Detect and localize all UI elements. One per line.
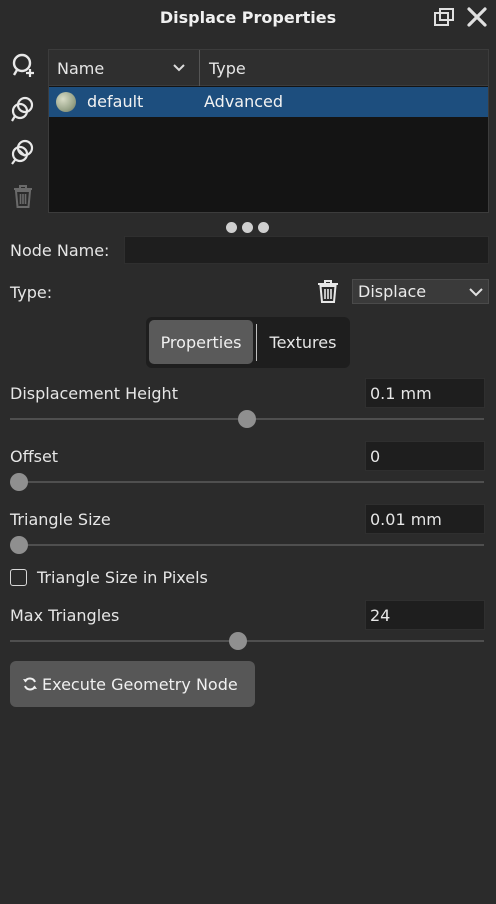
displacement-height-slider[interactable]	[10, 409, 484, 429]
displacement-height-field[interactable]: 0.1 mm	[365, 378, 485, 408]
triangle-size-in-pixels-label: Triangle Size in Pixels	[37, 568, 208, 587]
node-name-field[interactable]	[124, 236, 489, 264]
slider-track	[10, 481, 484, 483]
slider-track	[10, 640, 484, 642]
slider-track	[10, 544, 484, 546]
material-list[interactable]: Name Type default Advanced	[48, 49, 489, 213]
tab-bar: Properties Textures	[146, 317, 350, 368]
add-material-icon[interactable]	[10, 52, 36, 78]
refresh-icon	[22, 676, 38, 692]
column-separator[interactable]	[199, 50, 200, 86]
tab-textures[interactable]: Textures	[258, 320, 348, 364]
slider-thumb[interactable]	[10, 473, 28, 491]
delete-material-icon[interactable]	[10, 183, 36, 209]
max-triangles-label: Max Triangles	[10, 606, 120, 625]
panel-title: Displace Properties	[159, 8, 337, 27]
dot-icon	[242, 222, 253, 233]
column-header-name[interactable]: Name	[57, 59, 104, 78]
float-window-icon[interactable]	[433, 6, 455, 28]
duplicate-material-icon[interactable]	[10, 96, 36, 122]
chevron-down-icon[interactable]	[171, 60, 187, 76]
offset-label: Offset	[10, 447, 59, 466]
close-icon[interactable]	[466, 6, 488, 28]
link-material-icon[interactable]	[10, 139, 36, 165]
displace-properties-panel: Displace Properties Name Type default Ad…	[0, 0, 496, 904]
max-triangles-slider[interactable]	[10, 631, 484, 651]
material-sphere-icon	[56, 92, 76, 112]
splitter-handle[interactable]	[226, 218, 274, 237]
triangle-size-field[interactable]: 0.01 mm	[365, 504, 485, 534]
execute-button-label: Execute Geometry Node	[42, 674, 238, 694]
list-header: Name Type	[49, 50, 488, 86]
slider-thumb[interactable]	[10, 536, 28, 554]
triangle-size-slider[interactable]	[10, 535, 484, 555]
chevron-down-icon	[468, 284, 484, 300]
slider-thumb[interactable]	[238, 410, 256, 428]
type-label: Type:	[10, 283, 53, 302]
execute-geometry-node-button[interactable]: Execute Geometry Node	[10, 661, 255, 707]
trash-icon[interactable]	[316, 279, 340, 303]
list-item[interactable]: default Advanced	[49, 87, 488, 117]
offset-field[interactable]: 0	[365, 441, 485, 471]
node-name-label: Node Name:	[10, 241, 110, 260]
type-select[interactable]: Displace	[352, 279, 489, 304]
max-triangles-field[interactable]: 24	[365, 600, 485, 630]
triangle-size-label: Triangle Size	[10, 510, 111, 529]
tab-properties[interactable]: Properties	[149, 320, 253, 364]
type-select-value: Displace	[358, 282, 427, 301]
material-name: default	[87, 92, 144, 111]
dot-icon	[258, 222, 269, 233]
dot-icon	[226, 222, 237, 233]
tab-separator	[256, 324, 257, 361]
triangle-size-in-pixels-checkbox[interactable]	[10, 569, 27, 586]
column-header-type[interactable]: Type	[209, 59, 246, 78]
slider-thumb[interactable]	[228, 632, 247, 650]
material-type: Advanced	[204, 92, 284, 111]
displacement-height-label: Displacement Height	[10, 384, 178, 403]
title-bar: Displace Properties	[0, 0, 496, 36]
offset-slider[interactable]	[10, 472, 484, 492]
